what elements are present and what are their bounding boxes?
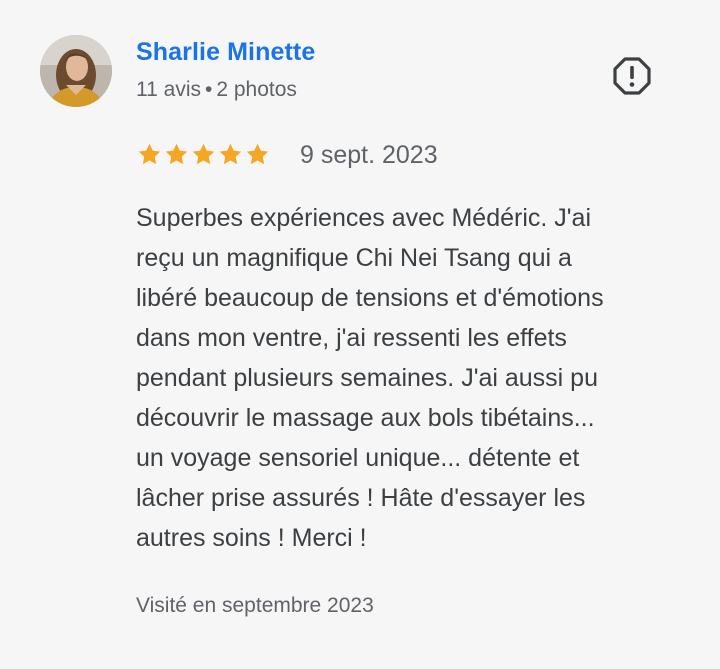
report-review-button[interactable]: [612, 56, 652, 96]
author-photos-count: 2 photos: [216, 78, 297, 101]
visited-date: Visité en septembre 2023: [136, 594, 374, 617]
author-name-link[interactable]: Sharlie Minette: [136, 38, 315, 67]
star-icon: [219, 143, 242, 165]
author-stats: 11 avis • 2 photos: [136, 78, 297, 102]
author-avatar[interactable]: [40, 35, 112, 107]
star-icon: [138, 143, 161, 165]
rating-stars: [136, 141, 271, 168]
meta-separator: •: [204, 78, 213, 101]
author-reviews-count: 11 avis: [136, 78, 201, 101]
star-icon: [165, 143, 188, 165]
review-card: Sharlie Minette 11 avis • 2 photos 9 sept.…: [0, 0, 720, 669]
star-icon: [192, 143, 215, 165]
star-icon: [246, 143, 269, 165]
avatar-photo-icon: [40, 35, 112, 107]
review-text: Superbes expériences avec Médéric. J'ai …: [136, 204, 604, 552]
review-date: 9 sept. 2023: [300, 141, 438, 169]
report-flag-icon: [613, 57, 651, 95]
